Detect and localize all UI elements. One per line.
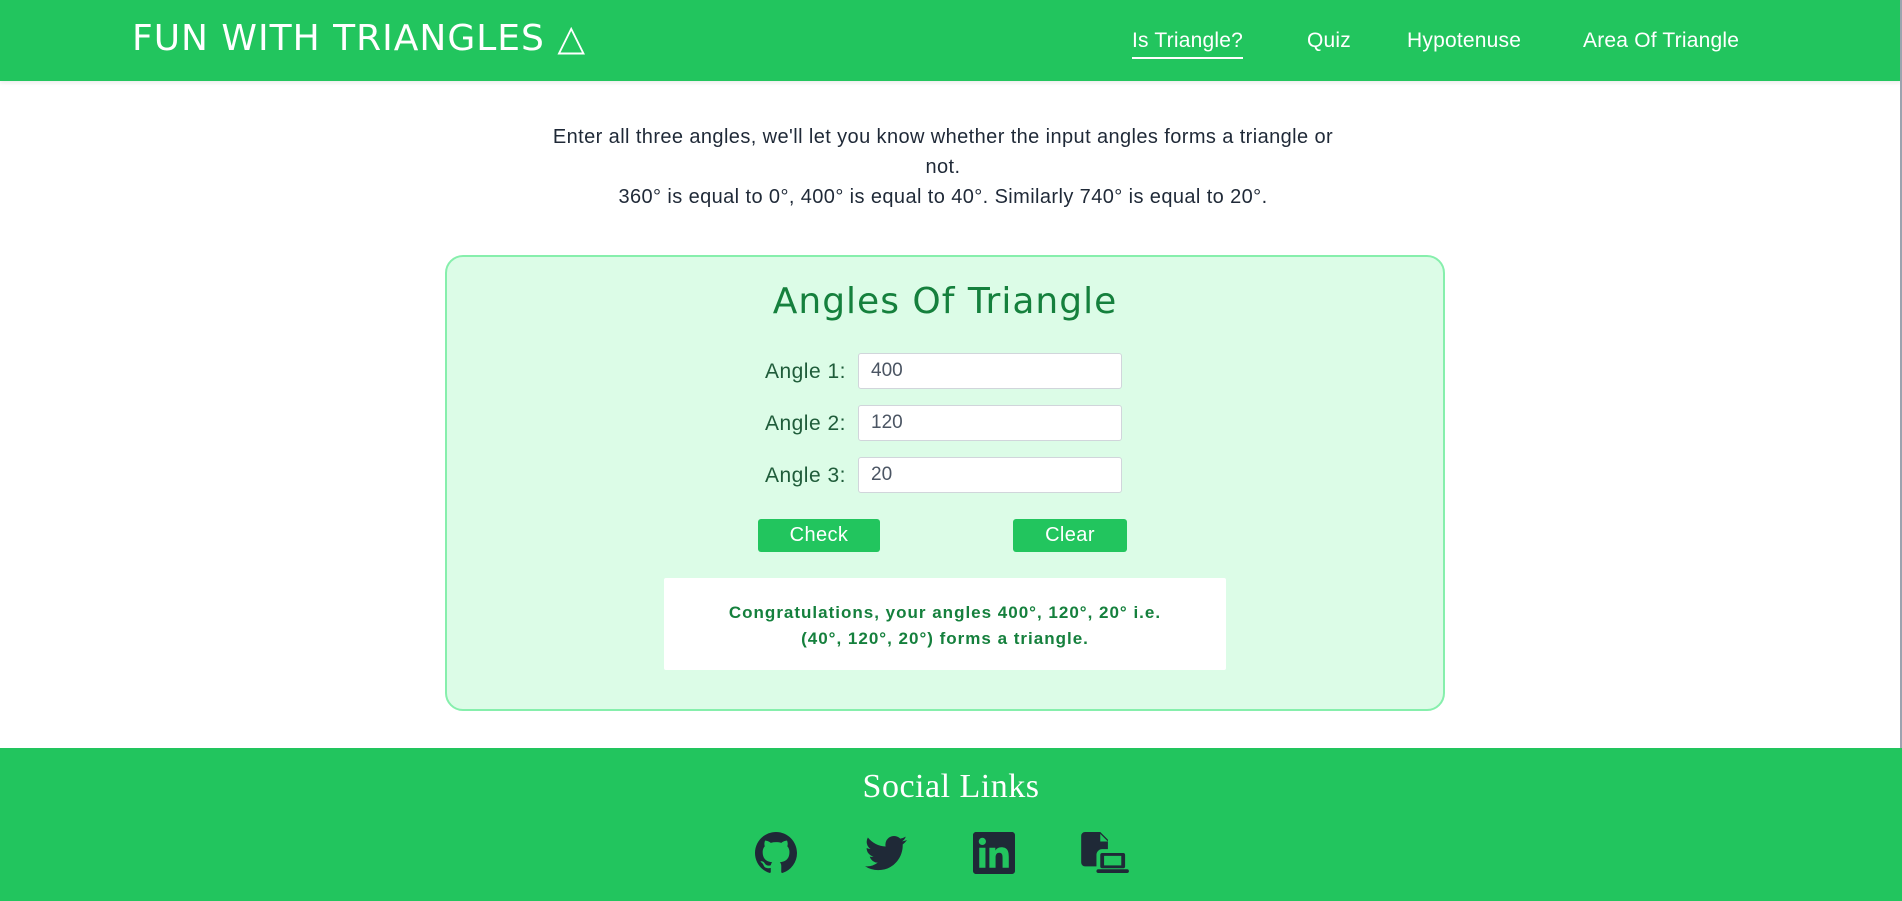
github-icon[interactable] (755, 832, 797, 874)
angle-row-2: Angle 2: (447, 405, 1443, 443)
angle-3-label: Angle 3: (764, 464, 846, 487)
angle-row-3: Angle 3: (447, 457, 1443, 495)
footer-title: Social Links (862, 768, 1040, 805)
navbar: FUN WITH TRIANGLES △ Is Triangle? Quiz H… (0, 0, 1902, 81)
angle-3-input[interactable] (858, 457, 1122, 493)
angle-row-1: Angle 1: (447, 353, 1443, 391)
clear-button[interactable]: Clear (1013, 519, 1127, 552)
portfolio-icon[interactable] (1081, 832, 1131, 874)
result-line-1: Congratulations, your angles 400°, 120°,… (728, 603, 1162, 622)
card-title: Angles Of Triangle (772, 281, 1118, 322)
result-message: Congratulations, your angles 400°, 120°,… (694, 600, 1196, 652)
angles-card: Angles Of Triangle Angle 1: Angle 2: Ang… (445, 255, 1445, 711)
angle-1-input[interactable] (858, 353, 1122, 389)
nav-link-is-triangle[interactable]: Is Triangle? (1132, 29, 1243, 59)
result-box: Congratulations, your angles 400°, 120°,… (664, 578, 1226, 670)
linkedin-icon[interactable] (973, 832, 1015, 874)
result-line-2: (40°, 120°, 20°) forms a triangle. (801, 629, 1089, 648)
angle-2-label: Angle 2: (764, 412, 846, 435)
angle-2-input[interactable] (858, 405, 1122, 441)
intro-line-1: Enter all three angles, we'll let you kn… (552, 126, 1334, 178)
intro-line-2: 360° is equal to 0°, 400° is equal to 40… (618, 186, 1268, 208)
footer: Social Links (0, 748, 1902, 901)
brand-title[interactable]: FUN WITH TRIANGLES △ (132, 18, 586, 59)
check-button[interactable]: Check (758, 519, 880, 552)
nav-link-hypotenuse[interactable]: Hypotenuse (1407, 29, 1521, 53)
intro-text: Enter all three angles, we'll let you kn… (543, 122, 1343, 212)
nav-link-quiz[interactable]: Quiz (1307, 29, 1351, 53)
twitter-icon[interactable] (865, 832, 907, 874)
nav-link-area-of-triangle[interactable]: Area Of Triangle (1583, 29, 1739, 53)
angle-1-label: Angle 1: (764, 360, 846, 383)
